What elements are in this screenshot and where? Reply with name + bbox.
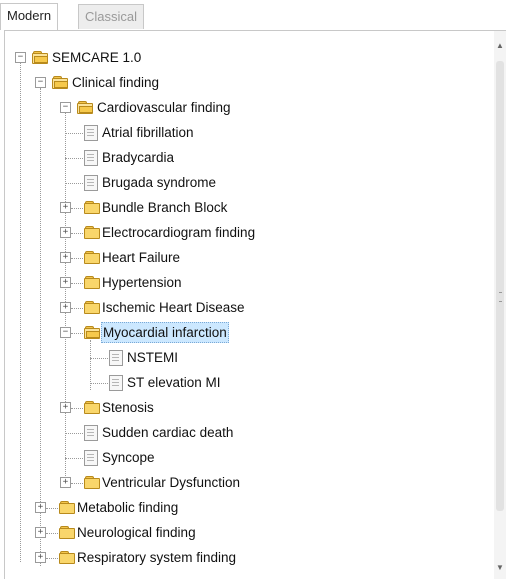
tree-connector [71,333,83,334]
folder-icon [84,301,100,314]
tree-node-label-selected[interactable]: Myocardial infarction [101,322,229,343]
tree-node-label[interactable]: Sudden cardiac death [101,420,234,445]
tab-classical[interactable]: Classical [78,4,145,29]
tree-node-label[interactable]: Respiratory system finding [76,545,237,570]
folder-open-icon [32,51,48,64]
document-icon [84,450,98,466]
collapse-toggle[interactable]: − [15,52,26,63]
tab-modern[interactable]: Modern [0,3,59,30]
tree-node-label[interactable]: Bradycardia [101,145,175,170]
tree-connector [65,433,83,434]
expand-toggle[interactable]: + [60,277,71,288]
tree-connector [71,208,83,209]
document-icon [109,375,123,391]
tree-connector [65,113,66,488]
expand-toggle[interactable]: + [60,252,71,263]
tree-connector [71,233,83,234]
scrollbar-thumb[interactable] [496,61,504,511]
expand-toggle[interactable]: + [35,552,46,563]
collapse-toggle[interactable]: − [60,327,71,338]
tree-connector [40,88,41,566]
tree-node-label[interactable]: Ischemic Heart Disease [101,295,246,320]
expand-toggle[interactable]: + [60,227,71,238]
scroll-down-arrow-icon[interactable]: ▼ [494,561,506,575]
folder-icon [84,226,100,239]
tree-node-label[interactable]: Stenosis [101,395,155,420]
document-icon [84,425,98,441]
document-icon [84,175,98,191]
tree-node-label[interactable]: Bundle Branch Block [101,195,228,220]
expand-toggle[interactable]: + [60,302,71,313]
tree-connector [65,458,83,459]
tree-connector [71,483,83,484]
folder-icon [84,401,100,414]
folder-icon [59,551,75,564]
tree-node-label[interactable]: Cardiovascular finding [96,95,232,120]
tree-node-label[interactable]: Ventricular Dysfunction [101,470,241,495]
tree-connector [65,133,83,134]
expand-toggle[interactable]: + [60,477,71,488]
tree-node-label[interactable]: Neurological finding [76,520,197,545]
folder-icon [84,251,100,264]
collapse-toggle[interactable]: − [60,102,71,113]
expand-toggle[interactable]: + [35,527,46,538]
tree-node-label[interactable]: Atrial fibrillation [101,120,195,145]
tree-panel: − SEMCARE 1.0 − Clinical finding − Cardi… [4,30,506,579]
scroll-up-arrow-icon[interactable]: ▲ [494,39,506,53]
tree-connector [46,508,58,509]
tree-node-label[interactable]: Brugada syndrome [101,170,217,195]
folder-icon [59,501,75,514]
tree-connector [90,383,108,384]
tree-node-label[interactable]: SEMCARE 1.0 [51,45,142,70]
folder-open-icon [77,101,93,114]
tree-node-label[interactable]: Metabolic finding [76,495,179,520]
tree-node-label[interactable]: NSTEMI [126,345,179,370]
document-icon [84,150,98,166]
tree-connector [71,308,83,309]
tree-connector [71,258,83,259]
folder-icon [84,201,100,214]
folder-open-icon [52,76,68,89]
concept-tree: − SEMCARE 1.0 − Clinical finding − Cardi… [5,31,494,579]
tree-node-label[interactable]: Electrocardiogram finding [101,220,256,245]
expand-toggle[interactable]: + [35,502,46,513]
grip-icon [499,292,502,302]
tree-connector [20,62,21,562]
tree-node-label[interactable]: Hypertension [101,270,183,295]
tree-node-label[interactable]: ST elevation MI [126,370,222,395]
tree-connector [71,283,83,284]
folder-icon [84,476,100,489]
tree-node-label[interactable]: Syncope [101,445,156,470]
tree-connector [71,408,83,409]
document-icon [109,350,123,366]
tree-connector [46,533,58,534]
tree-node-label[interactable]: Heart Failure [101,245,181,270]
document-icon [84,125,98,141]
collapse-toggle[interactable]: − [35,77,46,88]
tab-strip: Modern Classical [0,0,506,32]
tree-connector [46,558,58,559]
expand-toggle[interactable]: + [60,402,71,413]
folder-open-icon [84,326,100,339]
folder-icon [84,276,100,289]
tree-connector [65,183,83,184]
tree-connector [90,358,108,359]
tree-connector [65,158,83,159]
expand-toggle[interactable]: + [60,202,71,213]
folder-icon [59,526,75,539]
tree-node-label[interactable]: Clinical finding [71,70,160,95]
vertical-scrollbar[interactable]: ▲ ▼ [494,31,506,579]
